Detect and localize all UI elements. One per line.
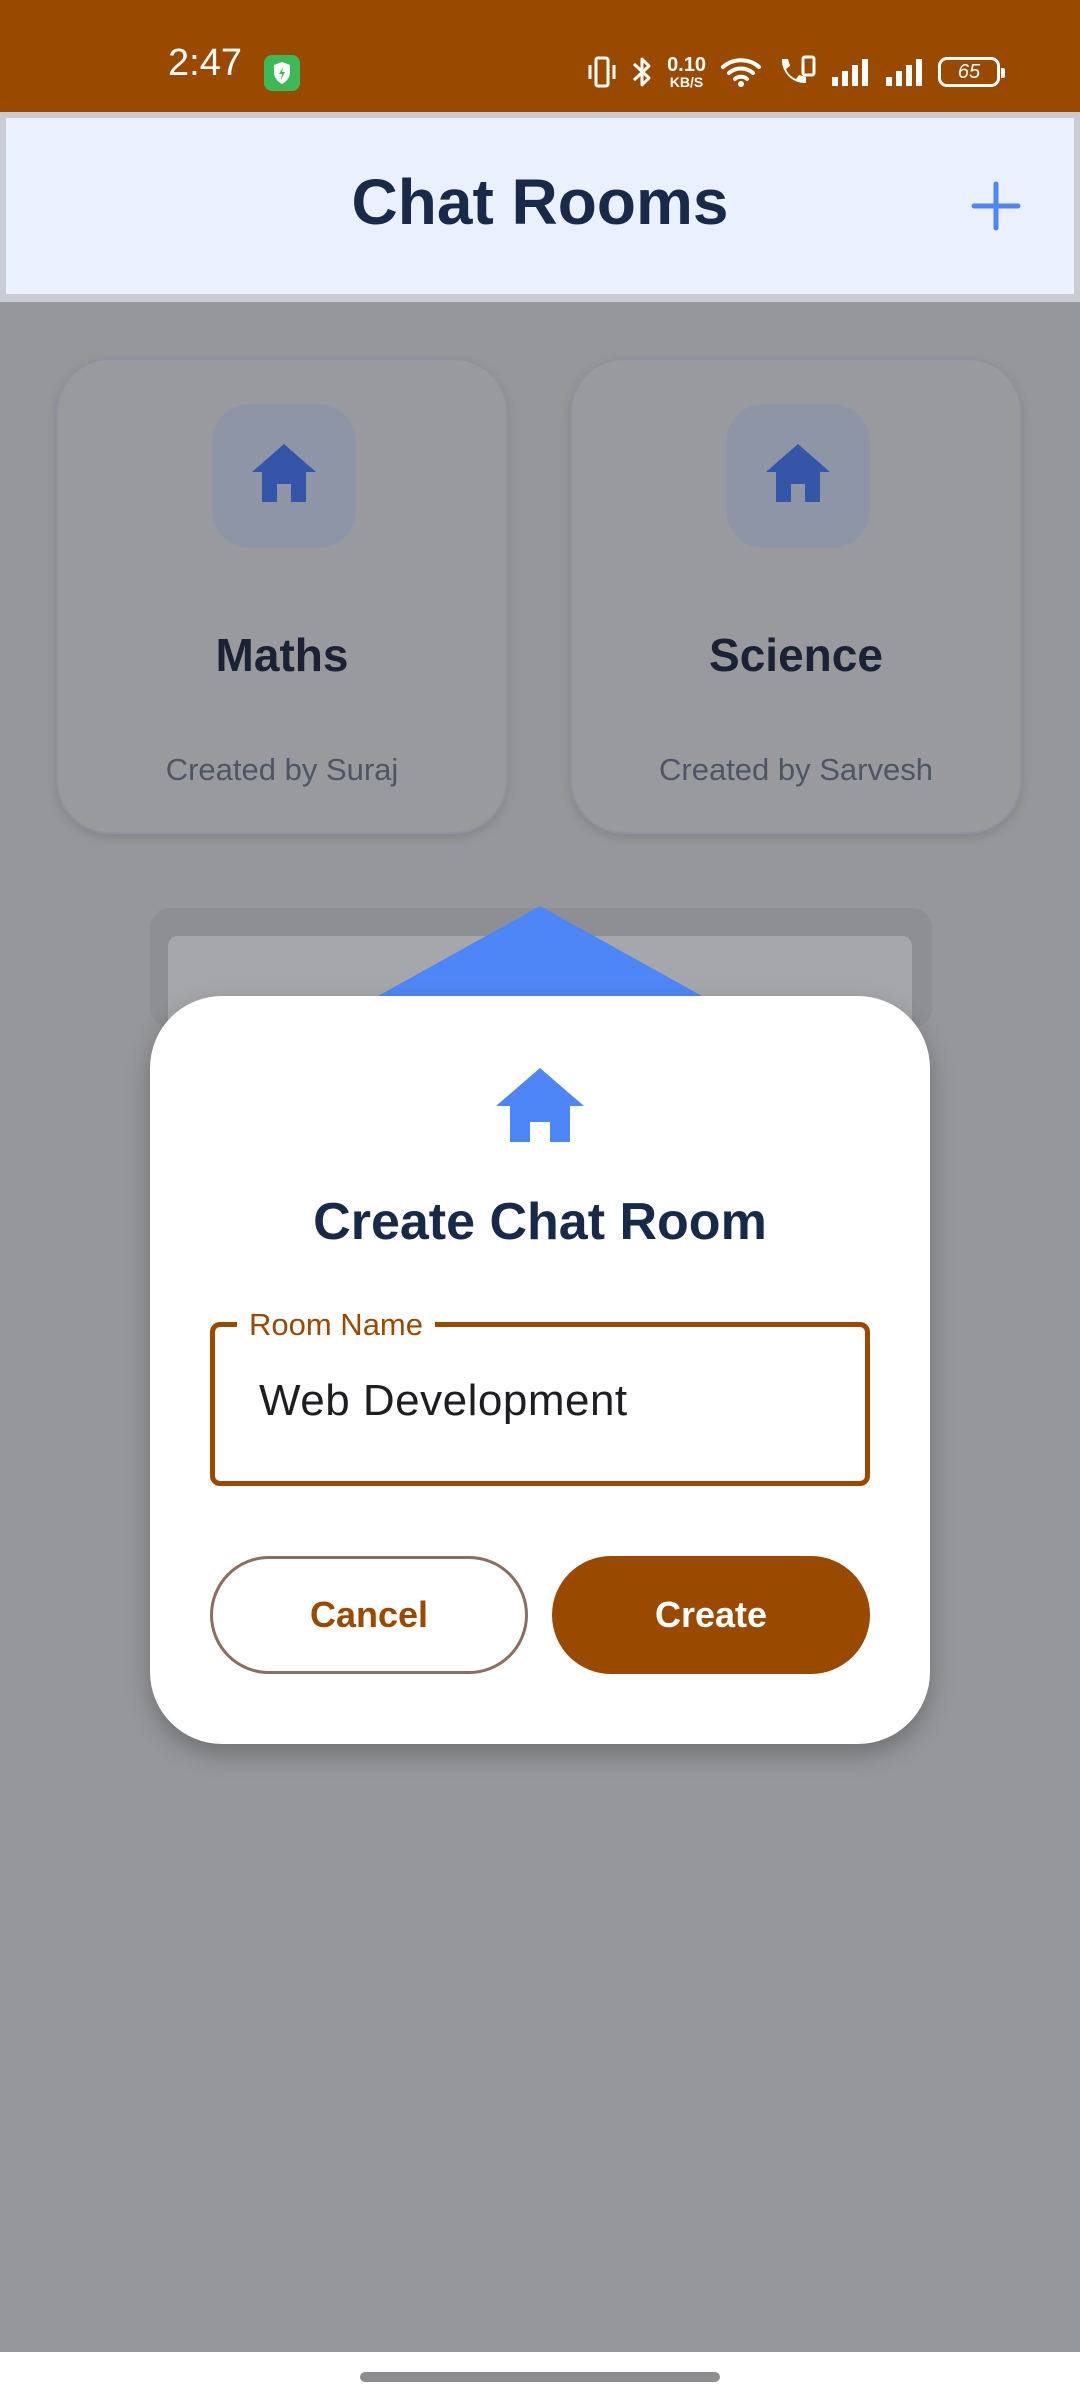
room-card-maths[interactable]: Maths Created by Suraj [56,358,508,834]
home-icon [252,444,316,502]
room-icon-container [212,404,356,548]
create-room-dialog: Create Chat Room Room Name Web Developme… [150,996,930,1744]
create-button[interactable]: Create [552,1556,870,1674]
add-room-button[interactable] [966,176,1026,236]
room-creator: Created by Suraj [165,752,399,787]
navigation-bar [0,2352,1080,2400]
network-speed-unit: KB/S [669,73,704,90]
wifi-calling-icon [781,55,816,84]
battery-indicator: 65 [938,57,1005,87]
plus-icon [971,181,1021,231]
network-speed-value: 0.10 [667,53,706,76]
status-icons: 0.10 KB/S 65 [587,50,1005,94]
room-name: Science [709,629,883,681]
cancel-button[interactable]: Cancel [210,1556,528,1674]
bluetooth-icon [633,57,651,87]
status-time: 2:47 [168,42,242,84]
home-indicator[interactable] [360,2372,720,2382]
room-name: Maths [215,629,349,681]
home-icon [766,444,830,502]
home-icon [496,1068,584,1142]
room-name-field[interactable]: Room Name Web Development [210,1305,870,1486]
room-name-label: Room Name [237,1305,435,1345]
room-name-input[interactable]: Web Development [259,1379,628,1423]
room-icon-container [726,404,870,548]
signal-icon [886,59,922,86]
signal-icon [832,59,868,86]
room-creator: Created by Sarvesh [659,752,933,787]
dialog-title: Create Chat Room [313,1193,767,1251]
wifi-icon [721,58,761,87]
room-card-science[interactable]: Science Created by Sarvesh [570,358,1022,834]
shield-icon [264,55,300,91]
vibrate-icon [588,56,616,88]
network-speed: 0.10 KB/S [667,53,706,90]
status-bar: 2:47 0.10 KB/S 65 [0,0,1080,112]
page-title: Chat Rooms [351,166,729,238]
